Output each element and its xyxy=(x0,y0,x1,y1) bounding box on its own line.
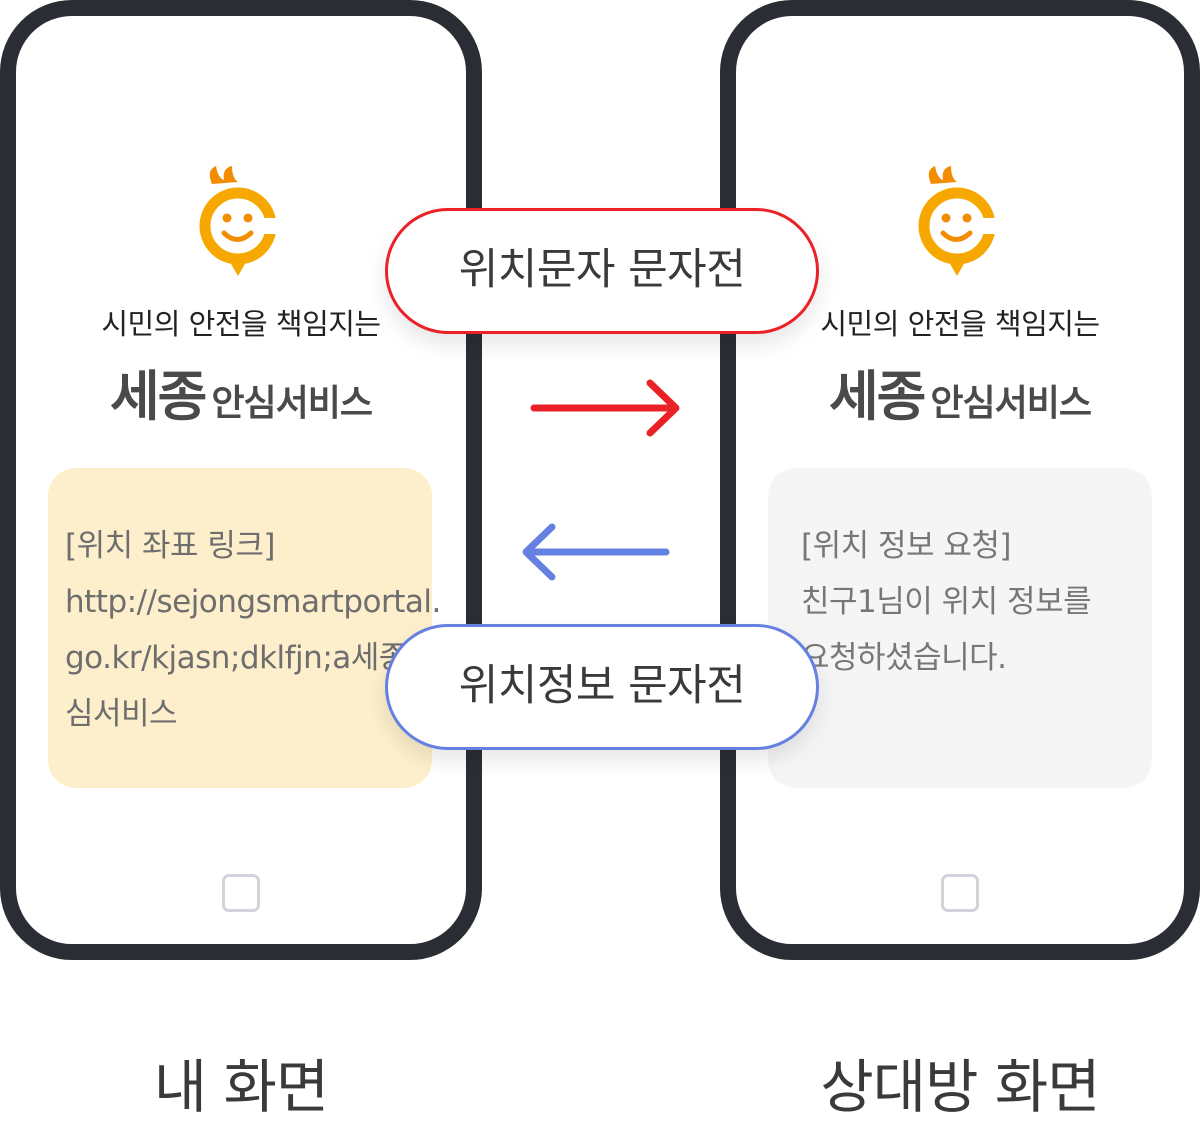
caption-my-screen: 내 화면 xyxy=(153,1053,330,1121)
brand-sub: 안심서비스 xyxy=(930,383,1092,424)
location-info-send-pill: 위치정보 문자전 xyxy=(385,624,819,750)
message-line: [위치 좌표 링크] xyxy=(65,528,276,564)
brand-main: 세종 xyxy=(829,365,926,428)
arrow-right-icon xyxy=(530,379,680,437)
smiling-mascot-icon xyxy=(918,166,1005,276)
smiling-mascot-icon xyxy=(199,166,286,276)
brand-logo: 세종 안심서비스 xyxy=(736,352,1184,431)
arrow-left-icon xyxy=(522,523,670,581)
brand-sub: 안심서비스 xyxy=(211,383,373,424)
brand-main: 세종 xyxy=(110,365,207,428)
message-line[interactable]: go.kr/kjasn;dklfjn;a세종안 xyxy=(65,630,435,686)
caption-other-screen: 상대방 화면 xyxy=(820,1053,1100,1121)
location-text-send-pill: 위치문자 문자전 xyxy=(385,208,819,334)
message-line: 친구1님이 위치 정보를 xyxy=(801,584,1092,620)
location-request-message: [위치 정보 요청] 친구1님이 위치 정보를 요청하셨습니다. xyxy=(768,468,1152,788)
my-screen-phone: 시민의 안전을 책임지는 세종 안심서비스 [위치 좌표 링크] http://s… xyxy=(0,0,482,960)
brand-logo: 세종 안심서비스 xyxy=(16,352,466,431)
message-line[interactable]: http://sejongsmartportal. xyxy=(65,574,441,630)
location-link-message: [위치 좌표 링크] http://sejongsmartportal. go.… xyxy=(48,468,441,788)
message-line: 요청하셨습니다. xyxy=(801,640,1007,676)
other-screen-phone: 시민의 안전을 책임지는 세종 안심서비스 [위치 정보 요청] 친구1님이 위치… xyxy=(720,0,1200,960)
message-line: [위치 정보 요청] xyxy=(801,528,1012,564)
message-line: 심서비스 xyxy=(65,696,178,732)
home-button-icon[interactable] xyxy=(222,874,260,912)
home-button-icon[interactable] xyxy=(941,874,979,912)
